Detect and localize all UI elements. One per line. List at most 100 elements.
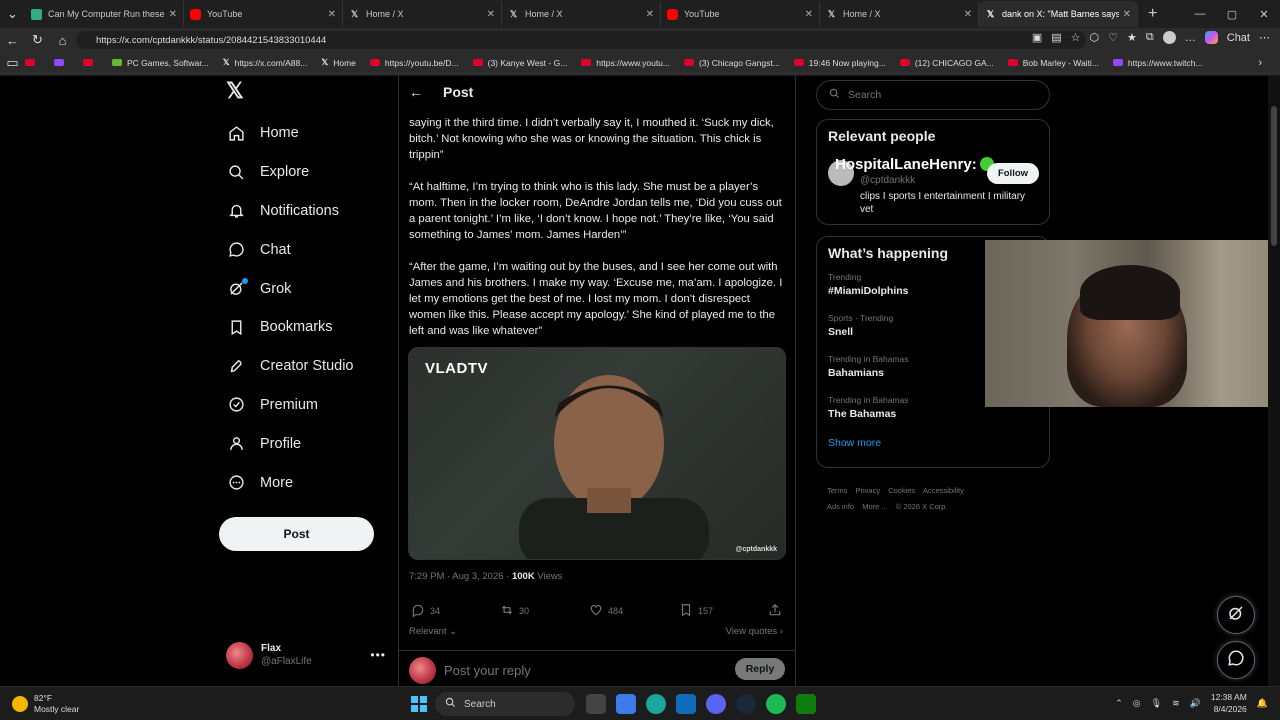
bookmark-item[interactable] xyxy=(54,59,69,66)
browser-tab[interactable]: YouTube ✕ xyxy=(184,1,343,27)
person-name[interactable]: HospitalLaneHenry: xyxy=(835,156,977,173)
footer-link[interactable]: Cookies xyxy=(888,486,915,495)
windows-start-icon[interactable] xyxy=(411,696,427,712)
photos-app-icon[interactable] xyxy=(616,694,636,714)
bookmark-item[interactable]: (3) Kanye West - G... xyxy=(472,58,567,68)
favorite-star-icon[interactable]: ☆ xyxy=(1071,31,1081,44)
like-action[interactable]: 484 xyxy=(589,603,623,619)
close-window-icon[interactable]: ✕ xyxy=(1248,8,1280,21)
bookmark-item[interactable]: https://youtu.be/D... xyxy=(369,58,459,68)
search-input[interactable]: Search xyxy=(816,80,1050,110)
page-scrollbar[interactable] xyxy=(1268,76,1280,686)
bookmark-item[interactable] xyxy=(25,59,40,66)
browser-essentials-icon[interactable]: ♡ xyxy=(1108,31,1118,44)
favorites-icon[interactable]: ★ xyxy=(1127,31,1137,44)
reading-view-icon[interactable]: ▤ xyxy=(1051,31,1061,44)
nav-notifications[interactable]: Notifications xyxy=(218,192,398,231)
network-icon[interactable]: ◎ xyxy=(1133,698,1141,709)
browser-tab[interactable]: 𝕏 Home / X ✕ xyxy=(820,1,979,27)
wifi-icon[interactable]: ≋ xyxy=(1172,698,1180,709)
nav-creator-studio[interactable]: Creator Studio xyxy=(218,347,398,386)
footer-link[interactable]: More ... xyxy=(862,502,887,511)
back-icon[interactable]: ← xyxy=(0,33,25,48)
footer-link[interactable]: Privacy xyxy=(856,486,881,495)
task-view-icon[interactable] xyxy=(586,694,606,714)
bookmark-item[interactable]: (12) CHICAGO GA... xyxy=(899,58,994,68)
browser-tab[interactable]: 𝕏 Home / X ✕ xyxy=(343,1,502,27)
bookmark-item[interactable]: 𝕏https://x.com/A88... xyxy=(223,57,308,68)
post-button[interactable]: Post xyxy=(219,517,374,551)
browser-tab[interactable]: YouTube ✕ xyxy=(661,1,820,27)
maximize-icon[interactable]: ▢ xyxy=(1216,8,1248,21)
close-icon[interactable]: ✕ xyxy=(805,9,813,20)
notifications-bell-icon[interactable]: 🔔 xyxy=(1257,698,1268,709)
bookmark-folder-icon[interactable]: ▭ xyxy=(0,55,25,71)
discord-app-icon[interactable] xyxy=(706,694,726,714)
outlook-app-icon[interactable] xyxy=(676,694,696,714)
bookmarks-overflow-icon[interactable]: › xyxy=(1258,57,1262,69)
chat-fab[interactable] xyxy=(1217,641,1255,679)
repost-action[interactable]: 30 xyxy=(500,603,529,619)
bookmark-item[interactable]: https://www.youtu... xyxy=(581,58,670,68)
browser-tab-active[interactable]: 𝕏dank on X: "Matt Barnes says ✕ xyxy=(979,1,1138,27)
footer-link[interactable]: Terms xyxy=(827,486,847,495)
x-logo[interactable]: 𝕏 xyxy=(218,78,398,112)
show-more-link[interactable]: Show more xyxy=(828,437,1038,449)
clock[interactable]: 12:38 AM 8/4/2026 xyxy=(1211,691,1247,715)
nav-chat[interactable]: Chat xyxy=(218,230,398,269)
bookmark-item[interactable]: https://www.twitch... xyxy=(1112,58,1203,68)
xbox-app-icon[interactable] xyxy=(796,694,816,714)
extensions-icon[interactable]: ⬡ xyxy=(1090,31,1100,44)
volume-icon[interactable]: 🔊 xyxy=(1190,698,1201,709)
more-dots-icon[interactable]: ••• xyxy=(370,648,386,662)
view-quotes-link[interactable]: View quotes › xyxy=(726,626,783,637)
share-action[interactable] xyxy=(768,603,782,619)
reply-action[interactable]: 34 xyxy=(411,603,440,619)
bookmark-action[interactable]: 157 xyxy=(679,603,713,619)
close-icon[interactable]: ✕ xyxy=(646,9,654,20)
profile-avatar[interactable] xyxy=(1162,31,1176,44)
close-icon[interactable]: ✕ xyxy=(1123,9,1131,20)
nav-explore[interactable]: Explore xyxy=(218,153,398,192)
split-screen-icon[interactable]: ▣ xyxy=(1032,31,1042,44)
copilot-icon[interactable] xyxy=(1204,31,1218,44)
scrollbar-thumb[interactable] xyxy=(1271,106,1277,246)
nav-grok[interactable]: Grok xyxy=(218,269,398,308)
tab-list-icon[interactable]: ⌄ xyxy=(0,6,25,22)
footer-link[interactable]: Ads info xyxy=(827,502,854,511)
sort-replies-dropdown[interactable]: Relevant ⌄ xyxy=(409,626,457,637)
close-icon[interactable]: ✕ xyxy=(169,9,177,20)
steam-app-icon[interactable] xyxy=(736,694,756,714)
nav-more[interactable]: More xyxy=(218,463,398,502)
chevron-up-icon[interactable]: ⌃ xyxy=(1115,698,1123,709)
grok-fab[interactable] xyxy=(1217,596,1255,634)
account-switcher[interactable]: Flax @aFlaxLife ••• xyxy=(226,640,386,670)
video-player[interactable]: VLADTV @cptdankkk xyxy=(408,347,786,560)
taskbar-search[interactable]: Search xyxy=(435,692,575,716)
close-icon[interactable]: ✕ xyxy=(328,9,336,20)
browser-tab[interactable]: 𝕏 Home / X ✕ xyxy=(502,1,661,27)
bookmark-item[interactable] xyxy=(83,59,98,66)
weather-widget[interactable]: 82°F Mostly clear xyxy=(12,693,79,715)
edge-app-icon[interactable] xyxy=(646,694,666,714)
nav-bookmarks[interactable]: Bookmarks xyxy=(218,308,398,347)
sidebar-more-icon[interactable]: ⋯ xyxy=(1259,31,1270,44)
bookmark-item[interactable]: 19:46 Now playing... xyxy=(793,58,886,68)
refresh-icon[interactable]: ↻ xyxy=(25,32,50,48)
nav-home[interactable]: Home xyxy=(218,114,398,153)
spotify-app-icon[interactable] xyxy=(766,694,786,714)
bookmark-item[interactable]: PC Games, Softwar... xyxy=(112,58,209,68)
close-icon[interactable]: ✕ xyxy=(964,9,972,20)
url-field[interactable]: https://x.com/cptdankkk/status/208442154… xyxy=(76,31,1086,49)
nav-profile[interactable]: Profile xyxy=(218,424,398,463)
reply-input[interactable]: Post your reply xyxy=(444,663,531,678)
bookmark-item[interactable]: 𝕏 Home xyxy=(321,57,356,68)
nav-premium[interactable]: Premium xyxy=(218,386,398,425)
browser-tab[interactable]: Can My Computer Run these gam ✕ xyxy=(25,1,184,27)
minimize-icon[interactable]: — xyxy=(1184,8,1216,20)
follow-button[interactable]: Follow xyxy=(987,163,1039,184)
reply-button[interactable]: Reply xyxy=(735,658,785,680)
copilot-chat-label[interactable]: Chat xyxy=(1227,32,1250,44)
footer-link[interactable]: Accessibility xyxy=(923,486,964,495)
bookmark-item[interactable]: Bob Marley - Waiti... xyxy=(1007,58,1099,68)
